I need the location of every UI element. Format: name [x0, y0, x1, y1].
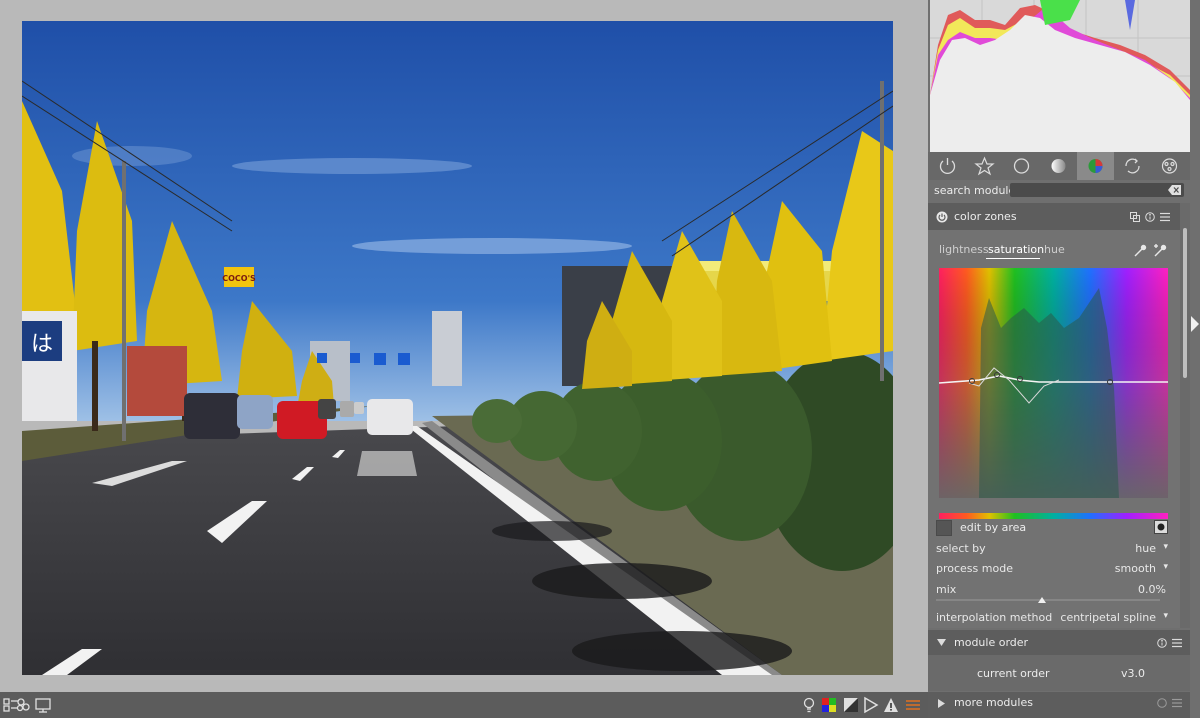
- softproof-icon[interactable]: [820, 696, 838, 714]
- current-order-value: v3.0: [1121, 667, 1146, 680]
- circle-icon[interactable]: [1003, 152, 1040, 180]
- module-header[interactable]: color zones: [928, 203, 1180, 230]
- current-order-label: current order: [977, 667, 1050, 680]
- car-dark: [184, 393, 240, 439]
- expand-arrow-icon: [937, 639, 946, 646]
- power-icon[interactable]: [929, 152, 966, 180]
- right-panel: search module color zones lightness satu…: [928, 0, 1200, 718]
- instances-icon[interactable]: [1130, 212, 1140, 222]
- dropdown-icon: ▾: [1163, 542, 1168, 552]
- presets-icon[interactable]: [1160, 212, 1170, 222]
- module-order-header[interactable]: module order: [928, 630, 1190, 655]
- overexposed-icon[interactable]: [882, 696, 900, 714]
- search-input[interactable]: [1010, 183, 1184, 197]
- collapse-arrow-icon: [938, 699, 945, 708]
- reset-icon[interactable]: [1157, 638, 1167, 648]
- module-order-title: module order: [954, 636, 1029, 649]
- module-title: color zones: [954, 210, 1017, 223]
- clear-icon[interactable]: [1168, 184, 1182, 196]
- gamut-check-icon[interactable]: [842, 696, 860, 714]
- reset-icon[interactable]: [1145, 212, 1155, 222]
- search-label: search module: [934, 184, 1016, 197]
- mix-label: mix: [936, 583, 957, 596]
- raw-overexposed-icon[interactable]: [904, 696, 922, 714]
- edit-by-area-label: edit by area: [960, 521, 1027, 534]
- guides-icon[interactable]: [862, 696, 880, 714]
- bulb-icon[interactable]: [800, 696, 818, 714]
- mix-thumb[interactable]: [1038, 597, 1046, 603]
- interpolation-row[interactable]: interpolation method centripetal spline …: [936, 609, 1170, 627]
- module-power-icon[interactable]: [936, 211, 948, 223]
- tone-icon[interactable]: [1040, 152, 1077, 180]
- process-mode-label: process mode: [936, 562, 1013, 575]
- effect-icon[interactable]: [1151, 152, 1188, 180]
- select-by-label: select by: [936, 542, 986, 555]
- select-by-row[interactable]: select by hue ▾: [936, 540, 1170, 558]
- hue-strip: [939, 504, 1168, 519]
- tab-saturation[interactable]: saturation: [988, 243, 1044, 256]
- more-modules-header[interactable]: more modules: [928, 692, 1190, 718]
- picker-icon[interactable]: [1133, 244, 1147, 258]
- correct-icon[interactable]: [1114, 152, 1151, 180]
- module-body: lightness saturation hue edit by area se…: [928, 230, 1180, 628]
- tab-hue[interactable]: hue: [1044, 243, 1065, 256]
- picker-set-icon[interactable]: [1153, 244, 1167, 258]
- active-tab-underline: [986, 258, 1040, 259]
- display-mask-icon[interactable]: [1154, 520, 1168, 534]
- presets-icon[interactable]: [1172, 698, 1182, 708]
- mix-value: 0.0%: [1138, 583, 1166, 596]
- process-mode-row[interactable]: process mode smooth ▾: [936, 560, 1170, 578]
- mix-track[interactable]: [936, 599, 1160, 601]
- color-icon[interactable]: [1077, 152, 1114, 180]
- interpolation-label: interpolation method: [936, 611, 1053, 624]
- photo-preview[interactable]: は COCO'S: [22, 21, 893, 675]
- histogram[interactable]: [930, 0, 1190, 152]
- star-icon[interactable]: [966, 152, 1003, 180]
- shop-sign: は: [31, 332, 53, 357]
- mix-slider[interactable]: mix 0.0%: [936, 581, 1170, 603]
- select-by-value: hue: [1135, 542, 1156, 555]
- edit-by-area-checkbox[interactable]: [936, 520, 952, 536]
- tab-lightness[interactable]: lightness: [939, 243, 989, 256]
- dropdown-icon: ▾: [1163, 611, 1168, 621]
- zones-graph[interactable]: [938, 268, 1168, 498]
- module-order-body: current order v3.0: [928, 655, 1190, 691]
- dropdown-icon: ▾: [1163, 562, 1168, 572]
- cocos-sign: COCO'S: [222, 274, 256, 283]
- search-row: search module: [928, 180, 1190, 201]
- panel-scrollbar-thumb[interactable]: [1183, 228, 1187, 378]
- process-mode-value: smooth: [1114, 562, 1156, 575]
- center-view: は COCO'S: [0, 0, 928, 692]
- car-white: [367, 399, 413, 435]
- reset-icon[interactable]: [1157, 698, 1167, 708]
- display-icon[interactable]: [34, 696, 52, 714]
- interpolation-value: centripetal spline: [1060, 611, 1156, 624]
- collapse-panel-arrow-icon[interactable]: [1191, 316, 1199, 332]
- more-modules-title: more modules: [954, 696, 1033, 709]
- styles-icon[interactable]: [14, 696, 32, 714]
- module-groups: [928, 152, 1190, 180]
- bottom-toolbar: [0, 692, 928, 718]
- presets-icon[interactable]: [1172, 638, 1182, 648]
